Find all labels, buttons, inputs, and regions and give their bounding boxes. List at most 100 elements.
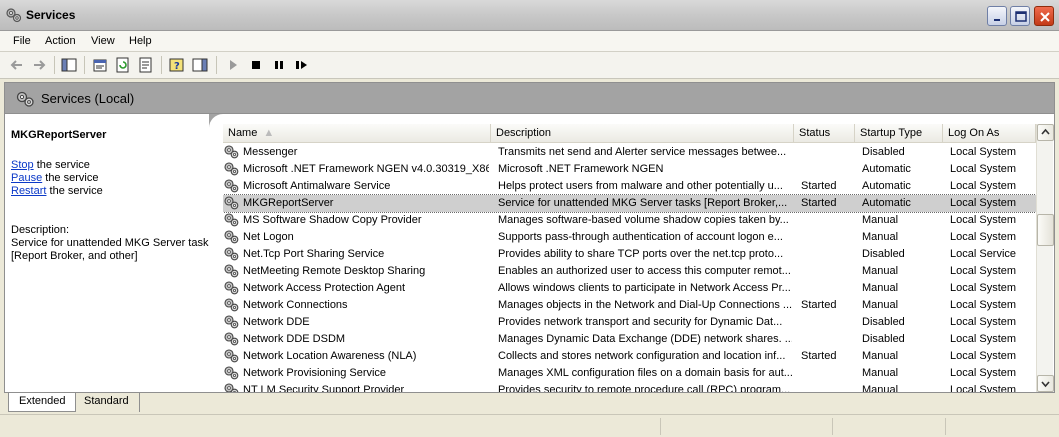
table-row[interactable]: Network Access Protection Agent Allows wi…: [223, 280, 1036, 297]
cell-startup-type: Automatic: [862, 163, 911, 175]
show-action-pane-icon[interactable]: [191, 56, 211, 74]
service-gear-icon: [223, 331, 239, 347]
service-gear-icon: [223, 348, 239, 364]
selected-service-name: MKGReportServer: [11, 129, 107, 141]
service-gear-icon: [223, 161, 239, 177]
cell-name: Net.Tcp Port Sharing Service: [243, 248, 385, 260]
cell-description: Manages software-based volume shadow cop…: [498, 214, 789, 226]
cell-name: NetMeeting Remote Desktop Sharing: [243, 265, 426, 277]
table-row[interactable]: Network Location Awareness (NLA) Collects…: [223, 348, 1036, 365]
cell-log-on-as: Local System: [950, 350, 1017, 362]
toolbar: ?: [0, 52, 1059, 79]
column-description[interactable]: Description: [491, 124, 794, 143]
table-row[interactable]: Network DDE DSDM Manages Dynamic Data Exc…: [223, 331, 1036, 348]
title-bar[interactable]: Services: [0, 0, 1059, 31]
table-row[interactable]: Net Logon Supports pass-through authentic…: [223, 229, 1036, 246]
table-row[interactable]: Net.Tcp Port Sharing Service Provides abi…: [223, 246, 1036, 263]
column-name[interactable]: Name ▲: [223, 124, 491, 143]
table-row[interactable]: Network Provisioning Service Manages XML …: [223, 365, 1036, 382]
table-row[interactable]: NT LM Security Support Provider Provides …: [223, 382, 1036, 392]
cell-description: Transmits net send and Alerter service m…: [498, 146, 787, 158]
table-row[interactable]: Microsoft .NET Framework NGEN v4.0.30319…: [223, 161, 1036, 178]
scroll-up-button[interactable]: [1037, 124, 1054, 141]
cell-log-on-as: Local System: [950, 197, 1017, 209]
column-startup-type[interactable]: Startup Type: [855, 124, 943, 143]
maximize-button[interactable]: [1010, 6, 1030, 26]
cell-startup-type: Manual: [862, 384, 899, 392]
show-hide-tree-icon[interactable]: [60, 56, 80, 74]
cell-startup-type: Manual: [862, 282, 899, 294]
cell-description: Manages Dynamic Data Exchange (DDE) netw…: [498, 333, 792, 345]
extended-description-pane: MKGReportServer Stop the service Pause t…: [4, 114, 214, 392]
status-bar: [0, 414, 1059, 437]
column-log-on-as[interactable]: Log On As: [943, 124, 1036, 143]
service-gear-icon: [223, 314, 239, 330]
cell-description: Collects and stores network configuratio…: [498, 350, 786, 362]
table-row[interactable]: NetMeeting Remote Desktop Sharing Enables…: [223, 263, 1036, 280]
cell-description: Provides security to remote procedure ca…: [498, 384, 791, 392]
help-icon[interactable]: ?: [168, 56, 188, 74]
cell-log-on-as: Local System: [950, 163, 1017, 175]
menu-action[interactable]: Action: [45, 35, 76, 47]
restart-service-link[interactable]: Restart: [11, 185, 46, 197]
scope-title: Services (Local): [41, 91, 135, 106]
service-gear-icon: [223, 195, 239, 211]
cell-startup-type: Disabled: [862, 333, 905, 345]
cell-status: [801, 315, 856, 330]
gears-icon: [5, 7, 23, 26]
menu-view[interactable]: View: [91, 35, 115, 47]
table-row[interactable]: Messenger Transmits net send and Alerter …: [223, 144, 1036, 161]
cell-name: MS Software Shadow Copy Provider: [243, 214, 422, 226]
cell-status: [801, 145, 856, 160]
cell-status: [801, 366, 856, 381]
cell-log-on-as: Local System: [950, 265, 1017, 277]
refresh-icon[interactable]: [114, 56, 134, 74]
minimize-button[interactable]: [987, 6, 1007, 26]
tab-standard[interactable]: Standard: [74, 393, 140, 412]
pause-service-link[interactable]: Pause: [11, 172, 42, 184]
table-row[interactable]: MS Software Shadow Copy Provider Manages …: [223, 212, 1036, 229]
export-list-icon[interactable]: [137, 56, 157, 74]
tab-extended[interactable]: Extended: [8, 393, 77, 412]
service-gear-icon: [223, 263, 239, 279]
cell-startup-type: Manual: [862, 265, 899, 277]
cell-startup-type: Disabled: [862, 316, 905, 328]
description-line-1: Service for unattended MKG Server tasks: [11, 237, 214, 249]
table-row[interactable]: Network DDE Provides network transport an…: [223, 314, 1036, 331]
stop-service-icon[interactable]: [247, 56, 267, 74]
cell-description: Provides ability to share TCP ports over…: [498, 248, 784, 260]
close-button[interactable]: [1034, 6, 1054, 26]
cell-log-on-as: Local System: [950, 146, 1017, 158]
cell-log-on-as: Local System: [950, 333, 1017, 345]
cell-name: NT LM Security Support Provider: [243, 384, 405, 392]
restart-service-icon[interactable]: [293, 56, 313, 74]
forward-arrow-icon[interactable]: [30, 56, 50, 74]
cell-name: Network Access Protection Agent: [243, 282, 406, 294]
svg-text:?: ?: [174, 61, 180, 72]
pause-service-icon[interactable]: [270, 56, 290, 74]
cell-status: Started: [801, 350, 837, 362]
scroll-thumb[interactable]: [1037, 214, 1054, 246]
cell-status: [801, 264, 856, 279]
cell-startup-type: Disabled: [862, 248, 905, 260]
cell-name: Messenger: [243, 146, 298, 158]
properties-icon[interactable]: [91, 56, 111, 74]
menu-file[interactable]: File: [13, 35, 31, 47]
stop-service-link[interactable]: Stop: [11, 159, 34, 171]
service-gear-icon: [223, 297, 239, 313]
table-row[interactable]: Network Connections Manages objects in th…: [223, 297, 1036, 314]
cell-name: Net Logon: [243, 231, 294, 243]
cell-name: Network DDE: [243, 316, 310, 328]
table-row[interactable]: MKGReportServer Service for unattended MK…: [223, 194, 1036, 213]
menu-help[interactable]: Help: [129, 35, 152, 47]
vertical-scrollbar[interactable]: [1036, 124, 1054, 392]
back-arrow-icon[interactable]: [8, 56, 28, 74]
cell-startup-type: Automatic: [862, 180, 911, 192]
cell-status: [801, 383, 856, 392]
column-status[interactable]: Status: [794, 124, 855, 143]
start-service-icon[interactable]: [224, 56, 244, 74]
table-row[interactable]: Microsoft Antimalware Service Helps prote…: [223, 178, 1036, 195]
scroll-down-button[interactable]: [1037, 375, 1054, 392]
cell-name: Network Location Awareness (NLA): [243, 350, 417, 362]
sort-arrow-icon: ▲: [263, 127, 275, 139]
